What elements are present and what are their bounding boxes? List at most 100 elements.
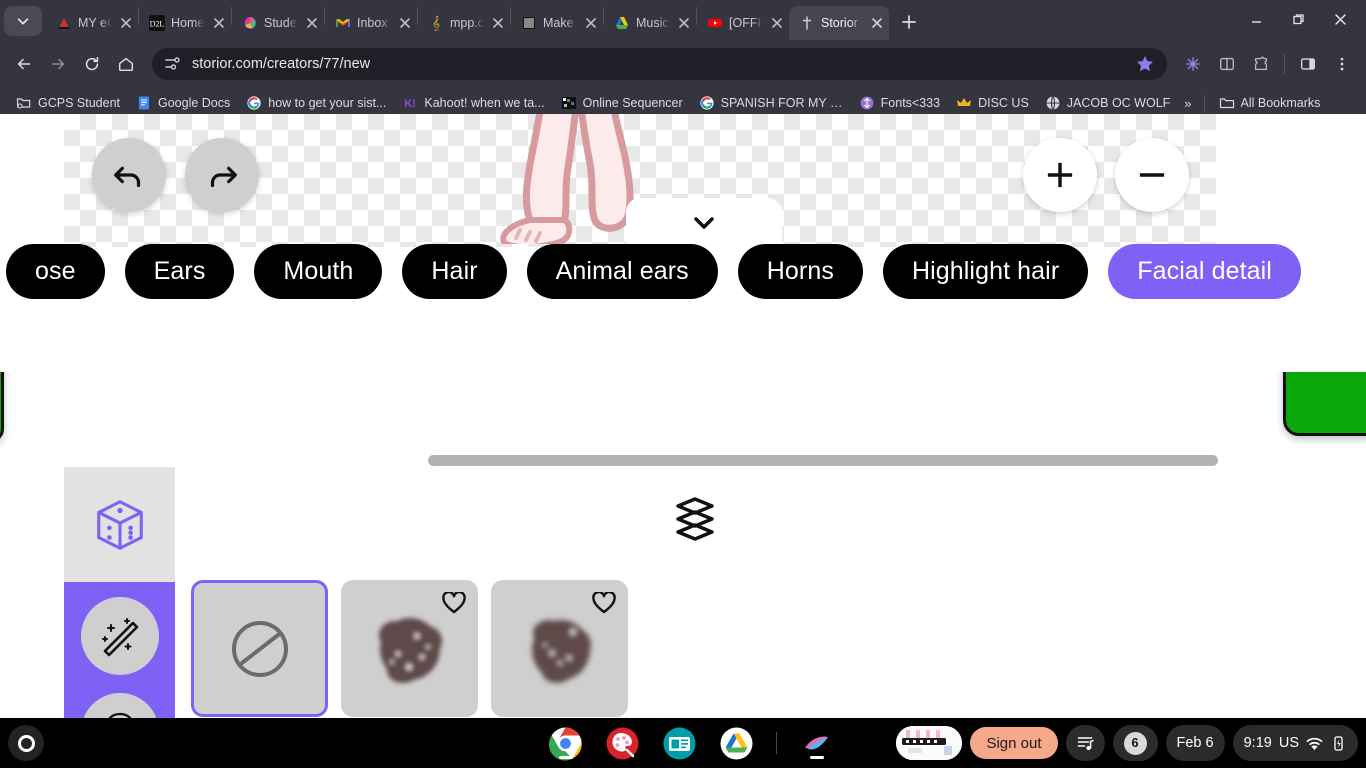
zoom-in-button[interactable] xyxy=(1023,138,1097,212)
shelf-status-area: Sign out 6 Feb 6 9:19 US xyxy=(896,718,1358,768)
close-icon[interactable] xyxy=(304,15,320,31)
address-bar[interactable]: storior.com/creators/77/new xyxy=(152,48,1167,80)
sign-out-button[interactable]: Sign out xyxy=(970,727,1058,759)
tab-search-dropdown-button[interactable] xyxy=(4,6,42,36)
shelf-app-paint[interactable] xyxy=(605,726,640,761)
bookmarks-overflow-button[interactable]: » xyxy=(1178,93,1197,114)
category-pill-hair[interactable]: Hair xyxy=(402,244,507,299)
collapse-panel-button[interactable] xyxy=(626,198,782,247)
category-pill-facial-detail[interactable]: Facial detail xyxy=(1108,244,1301,299)
avatar-image xyxy=(896,726,963,760)
shelf-app-gallery[interactable] xyxy=(799,726,834,761)
screen: MY eCLASS D2L Homepage StudentVU xyxy=(0,0,1366,768)
home-button[interactable] xyxy=(110,48,142,80)
close-icon[interactable] xyxy=(869,15,885,31)
shelf-app-drive[interactable] xyxy=(719,726,754,761)
system-tray-button[interactable]: 9:19 US xyxy=(1232,725,1358,761)
bookmark-item[interactable]: Google Docs xyxy=(128,92,238,114)
back-button[interactable] xyxy=(8,48,40,80)
side-panel-icon[interactable] xyxy=(1292,48,1324,80)
wifi-icon xyxy=(1306,737,1323,750)
bookmark-item[interactable]: how to get your sist... xyxy=(238,92,394,114)
close-icon[interactable] xyxy=(769,15,785,31)
close-icon[interactable] xyxy=(118,15,134,31)
minimize-button[interactable] xyxy=(1236,4,1276,34)
tab-title: Inbox - tati xyxy=(357,16,391,30)
bookmark-item[interactable]: K! Kahoot! when we ta... xyxy=(394,92,552,114)
all-bookmarks-button[interactable]: All Bookmarks xyxy=(1211,92,1329,114)
shelf-app-news[interactable] xyxy=(662,726,697,761)
browser-tab[interactable]: MY eCLASS xyxy=(46,6,138,40)
category-pill-mouth[interactable]: Mouth xyxy=(254,244,383,299)
fonts-icon xyxy=(859,95,875,111)
character-canvas[interactable] xyxy=(64,114,1216,247)
layers-icon[interactable] xyxy=(672,494,718,550)
item-thumbnail-freckles-dense[interactable] xyxy=(341,580,478,717)
tab-strip: MY eCLASS D2L Homepage StudentVU xyxy=(0,0,1366,40)
browser-tab[interactable]: StudentVU xyxy=(232,6,324,40)
shelf-app-chrome[interactable] xyxy=(548,726,583,761)
browser-tab[interactable]: Make A OC xyxy=(511,6,603,40)
tab-groups-icon[interactable] xyxy=(1211,48,1243,80)
close-window-button[interactable] xyxy=(1320,4,1360,34)
horizontal-scrollbar[interactable] xyxy=(428,455,1218,466)
browser-tab[interactable]: Music - Go xyxy=(604,6,696,40)
browser-tab[interactable]: D2L Homepage xyxy=(139,6,231,40)
chrome-menu-icon[interactable] xyxy=(1326,48,1358,80)
randomize-button[interactable] xyxy=(64,467,175,582)
category-pill-ears[interactable]: Ears xyxy=(124,244,235,299)
media-controls-button[interactable] xyxy=(1065,725,1105,761)
launcher-button[interactable] xyxy=(8,725,44,761)
item-grid xyxy=(191,580,628,717)
bookmark-item[interactable]: DISC US xyxy=(948,92,1037,114)
extensions-icon[interactable] xyxy=(1245,48,1277,80)
browser-tab[interactable]: 𝄞 mpp.comm xyxy=(418,6,510,40)
item-thumbnail-freckles-light[interactable] xyxy=(491,580,628,717)
zoom-out-button[interactable] xyxy=(1115,138,1189,212)
tool-face-freckles[interactable] xyxy=(80,693,159,718)
globe-icon xyxy=(1045,95,1061,111)
close-icon[interactable] xyxy=(583,15,599,31)
new-tab-button[interactable] xyxy=(895,8,923,36)
app-running-indicator xyxy=(558,755,573,759)
undo-button[interactable] xyxy=(92,138,166,212)
tool-magic-wand[interactable] xyxy=(80,597,159,675)
bookmark-label: how to get your sist... xyxy=(268,96,387,110)
google-drive-icon xyxy=(614,15,630,31)
close-icon[interactable] xyxy=(676,15,692,31)
item-thumbnail-none[interactable] xyxy=(191,580,328,717)
bookmark-item[interactable]: Fonts<333 xyxy=(851,92,948,114)
avatar[interactable] xyxy=(896,726,963,760)
reload-button[interactable] xyxy=(76,48,108,80)
category-pill-highlight-hair[interactable]: Highlight hair xyxy=(882,244,1089,299)
category-pill-horns[interactable]: Horns xyxy=(737,244,863,299)
site-settings-icon[interactable] xyxy=(164,55,182,73)
forward-button[interactable] xyxy=(42,48,74,80)
close-icon[interactable] xyxy=(211,15,227,31)
redo-button[interactable] xyxy=(185,138,259,212)
book-icon xyxy=(521,15,537,31)
browser-tab[interactable]: Inbox - tati xyxy=(325,6,417,40)
close-icon[interactable] xyxy=(490,15,506,31)
kahoot-icon: K! xyxy=(402,95,418,111)
reload-icon xyxy=(85,56,99,71)
bookmark-item[interactable]: GCPS Student xyxy=(8,92,128,114)
extensions-sparkle-icon[interactable] xyxy=(1177,48,1209,80)
notifications-button[interactable]: 6 xyxy=(1112,725,1158,761)
close-icon[interactable] xyxy=(397,15,413,31)
launcher-ring-icon xyxy=(17,734,35,752)
bookmark-item[interactable]: SPANISH FOR MY P... xyxy=(691,92,851,114)
dice-icon xyxy=(96,499,143,550)
bookmark-item[interactable]: Online Sequencer xyxy=(553,92,691,114)
bookmark-star-icon[interactable] xyxy=(1135,54,1155,74)
magic-wand-icon xyxy=(101,618,138,657)
browser-tab[interactable]: [OFFICIAL xyxy=(697,6,789,40)
maximize-restore-button[interactable] xyxy=(1278,4,1318,34)
category-pill-nose[interactable]: ose xyxy=(6,244,105,299)
bookmark-item[interactable]: JACOB OC WOLF xyxy=(1037,92,1178,114)
category-pill-animal-ears[interactable]: Animal ears xyxy=(526,244,718,299)
favorite-heart-icon[interactable] xyxy=(442,592,466,614)
favorite-heart-icon[interactable] xyxy=(592,592,616,614)
calendar-button[interactable]: Feb 6 xyxy=(1165,725,1225,761)
browser-tab-active[interactable]: Storior | Cr xyxy=(789,6,889,40)
